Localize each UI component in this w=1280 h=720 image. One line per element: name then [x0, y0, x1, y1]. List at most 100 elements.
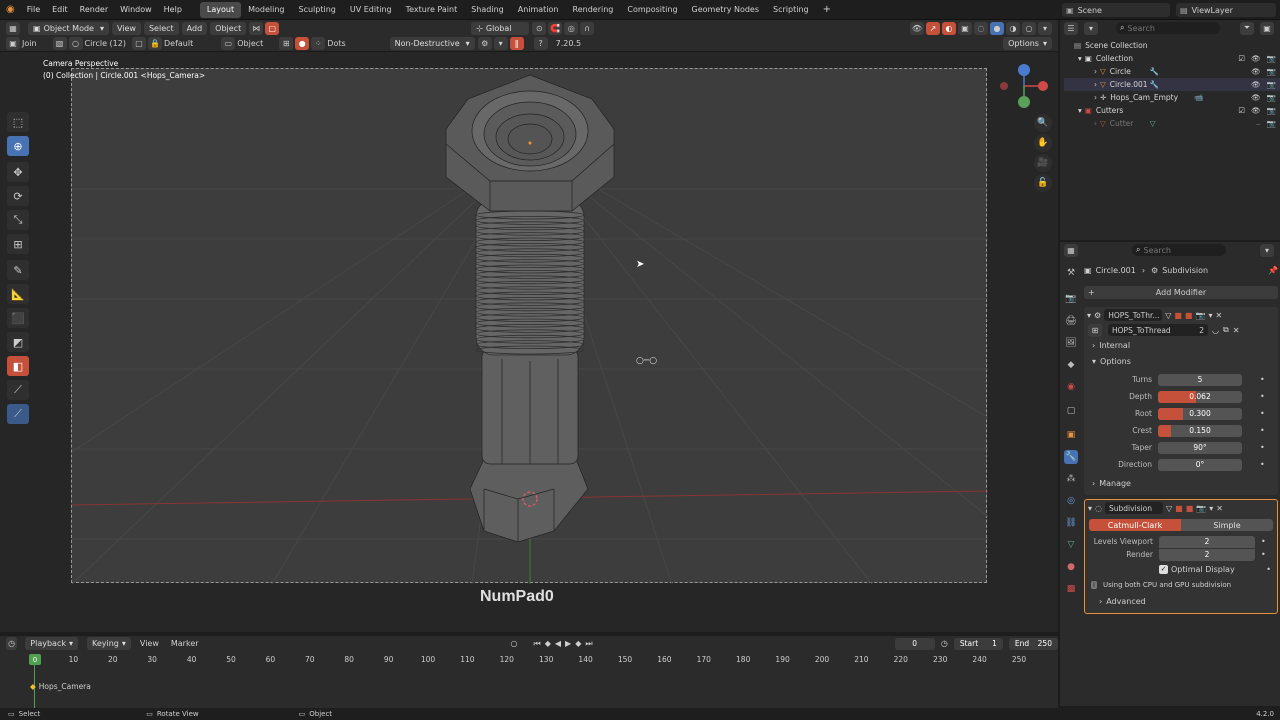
menu-view[interactable]: View	[111, 21, 141, 35]
properties-options-icon[interactable]: ▾	[1260, 243, 1274, 257]
transform-tool-icon[interactable]: ⊞	[7, 234, 29, 254]
pivot-point-icon[interactable]: ⊙	[532, 21, 547, 35]
cage-icon[interactable]: ■	[1175, 504, 1183, 513]
option-field[interactable]: 5	[1158, 373, 1242, 386]
workspace-tab-texture-paint[interactable]: Texture Paint	[399, 2, 465, 18]
annotate-tool-icon[interactable]: ✎	[7, 260, 29, 280]
3d-viewport[interactable]: Camera Perspective (0) Collection | Circ…	[0, 52, 1058, 632]
render-levels-field[interactable]: 2	[1159, 548, 1255, 561]
internal-subpanel[interactable]: › Internal	[1084, 337, 1278, 353]
view-layer-selector[interactable]: ▤ ViewLayer	[1176, 3, 1276, 17]
mode-dropdown[interactable]: ▣ Object Mode ▾	[28, 21, 109, 35]
duplicate-icon[interactable]: ⧉	[1223, 325, 1229, 335]
display-mode-icon[interactable]: ▾	[1084, 21, 1098, 35]
camera-icon[interactable]: 📷	[1267, 93, 1276, 102]
blender-logo-icon[interactable]: ◉	[0, 0, 21, 20]
options-dropdown[interactable]: Options ▾	[1003, 37, 1052, 50]
modifier-name-field[interactable]: Subdivision	[1105, 502, 1163, 514]
outliner-row-circle-001[interactable]: › ▽ Circle.001 🔧 👁 📷	[1064, 78, 1280, 91]
pause-icon[interactable]: ‖	[509, 37, 524, 50]
axis-navigation-gizmo[interactable]	[998, 62, 1054, 118]
option-field[interactable]: 0°	[1158, 458, 1242, 471]
join-label[interactable]: Join	[22, 39, 37, 48]
cage-icon[interactable]: ■	[1174, 311, 1182, 320]
texture-tab-icon[interactable]: ▩	[1064, 582, 1078, 596]
workspace-tab-rendering[interactable]: Rendering	[566, 2, 621, 18]
shading-material-icon[interactable]: ◑	[1006, 21, 1020, 35]
circle-shape-icon[interactable]: ○	[68, 37, 83, 50]
workspace-tab-layout[interactable]: Layout	[199, 1, 242, 18]
menu-edit[interactable]: Edit	[46, 0, 74, 20]
options-subpanel[interactable]: ▾ Options	[1084, 353, 1278, 369]
eye-icon[interactable]: 👁	[1251, 54, 1261, 63]
box-shape-icon[interactable]: ▢	[131, 37, 146, 50]
eye-icon[interactable]: 👁	[1251, 106, 1261, 115]
tool-tab-icon[interactable]: ⚒	[1064, 266, 1078, 280]
constraints-tab-icon[interactable]: ⛓	[1064, 516, 1078, 530]
shading-solid-icon[interactable]: ●	[990, 21, 1004, 35]
properties-editor-icon[interactable]: ▦	[1064, 243, 1078, 257]
expand-icon[interactable]: ▾	[493, 37, 508, 50]
keyframe-dot-icon[interactable]: •	[1261, 537, 1266, 546]
keyframe-dot-icon[interactable]: •	[1260, 392, 1265, 401]
eye-hidden-icon[interactable]: ⌣	[1256, 119, 1261, 129]
keyframe-dot-icon[interactable]: •	[1260, 409, 1265, 418]
world-tab-icon[interactable]: ◉	[1064, 380, 1078, 394]
close-icon[interactable]: ✕	[1216, 504, 1223, 513]
outliner-row-circle[interactable]: › ▽ Circle 🔧 👁 📷	[1064, 65, 1280, 78]
modifier-tab-icon[interactable]: 🔧	[1064, 450, 1078, 464]
option-field[interactable]: 0.150	[1158, 424, 1242, 437]
workspace-tab-modeling[interactable]: Modeling	[241, 2, 291, 18]
pan-hand-icon[interactable]: ✋	[1034, 134, 1052, 152]
pivot-icon[interactable]: ▭	[221, 37, 236, 50]
workspace-tab-animation[interactable]: Animation	[511, 2, 566, 18]
new-collection-icon[interactable]: ▣	[1260, 21, 1274, 35]
menu-object[interactable]: Object	[210, 21, 247, 35]
outliner-row-collection[interactable]: ▾ ▣ Collection ☑ 👁 📷	[1064, 52, 1280, 65]
view-layer-tab-icon[interactable]: 🖼	[1064, 336, 1078, 350]
close-icon[interactable]: ✕	[1215, 311, 1222, 320]
select-box-tool-icon[interactable]: ⬚	[7, 112, 29, 132]
render-icon[interactable]: 📷	[1195, 311, 1205, 320]
chevron-down-icon[interactable]: ▾	[1088, 504, 1092, 513]
checkbox-icon[interactable]: ☑	[1238, 54, 1245, 63]
filter-icon[interactable]: ⏷	[1240, 21, 1254, 35]
keyframe-dot-icon[interactable]: •	[1261, 550, 1266, 559]
option-field[interactable]: 0.300	[1158, 407, 1242, 420]
menu-select[interactable]: Select	[143, 21, 179, 35]
proportional-edit-icon[interactable]: ◎	[564, 21, 579, 35]
edit-mode-icon[interactable]: ▽	[1166, 504, 1172, 513]
eye-icon[interactable]: 👁	[1251, 80, 1261, 89]
playhead[interactable]: 0	[29, 654, 41, 665]
snap-dots-icon[interactable]: ⁘	[311, 37, 326, 50]
keyframe-dot-icon[interactable]: •	[1266, 565, 1271, 574]
workspace-tab-compositing[interactable]: Compositing	[620, 2, 684, 18]
lock-icon[interactable]: 🔒	[147, 37, 162, 50]
camera-icon[interactable]: 📷	[1267, 54, 1276, 63]
keyframe-dot-icon[interactable]: •	[1260, 460, 1265, 469]
shading-rendered-icon[interactable]: ○	[1022, 21, 1036, 35]
scene-selector[interactable]: ▣ Scene	[1062, 3, 1170, 17]
camera-icon[interactable]: 📷	[1267, 106, 1276, 115]
cut-mode-icon[interactable]: ▧	[52, 37, 67, 50]
help-icon[interactable]: ?	[533, 37, 548, 50]
workspace-tab-shading[interactable]: Shading	[464, 2, 511, 18]
render-tab-icon[interactable]: 📷	[1064, 292, 1078, 306]
add-cube-tool-icon[interactable]: ⬛	[7, 308, 29, 328]
visibility-icon[interactable]: 👁	[910, 21, 924, 35]
boxcutter-icon[interactable]: ▢	[265, 21, 280, 35]
eye-icon[interactable]: 👁	[1251, 67, 1261, 76]
pin-icon[interactable]: 📌	[1268, 266, 1278, 275]
lock-camera-icon[interactable]: 🔓	[1034, 174, 1052, 192]
shape-label[interactable]: Circle (12)	[85, 39, 126, 48]
frame-ruler[interactable]: 0 10 20 30 40 50 60 70 80 90 100 110 120 130 140 150 160…	[0, 636, 1058, 666]
manage-subpanel[interactable]: › Manage	[1084, 475, 1278, 491]
cursor-tool-icon[interactable]: ⊕	[7, 136, 29, 156]
editor-type-icon[interactable]: ▦	[6, 21, 20, 35]
edit-mode-icon[interactable]: ▽	[1165, 311, 1171, 320]
hardops-menu-icon[interactable]: ⋈	[249, 21, 264, 35]
realtime-icon[interactable]: ■	[1186, 504, 1194, 513]
snap-icon[interactable]: 🧲	[548, 21, 563, 35]
zoom-icon[interactable]: 🔍	[1034, 114, 1052, 132]
outliner-search-input[interactable]: ⌕ Search	[1116, 22, 1220, 34]
